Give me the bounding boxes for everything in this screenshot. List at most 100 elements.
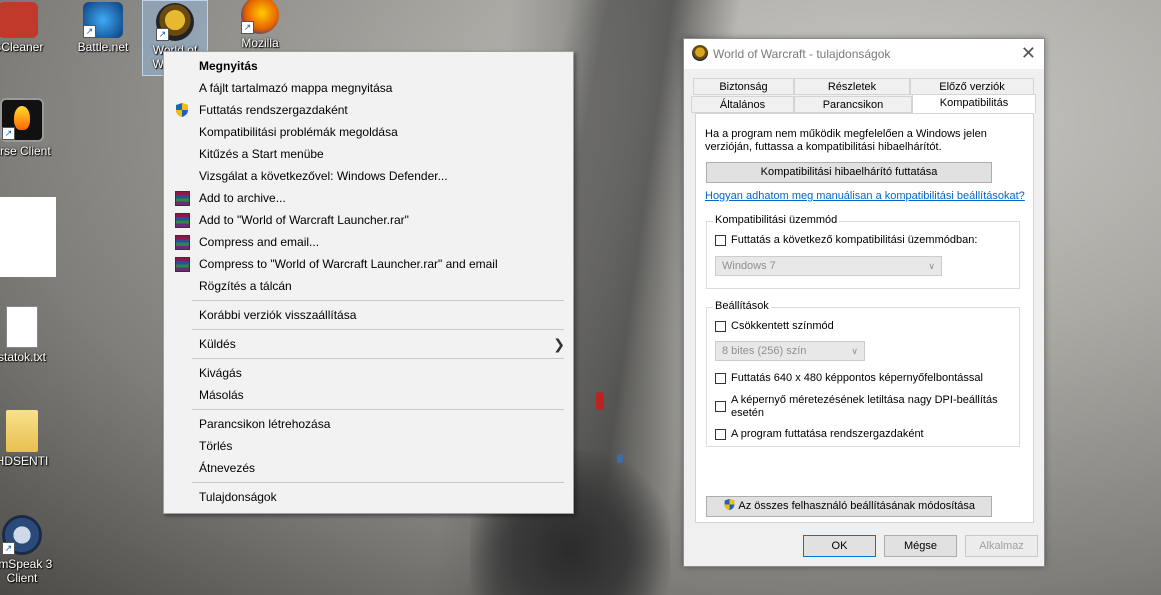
desktop-icon-label: urse Client — [0, 144, 51, 158]
change-all-users-button[interactable]: Az összes felhasználó beállításának módo… — [706, 496, 992, 517]
color-mode-select: 8 bites (256) szín ∨ — [715, 341, 865, 361]
disable-dpi-scaling-checkbox[interactable] — [715, 401, 726, 412]
menu-item-label: Compress to "World of Warcraft Launcher.… — [199, 257, 498, 271]
menu-item-compress-and-email[interactable]: Compress and email... — [164, 231, 573, 253]
menu-item-cut[interactable]: Kivágás — [164, 362, 573, 384]
close-icon[interactable]: ✕ — [1021, 43, 1036, 64]
cancel-button[interactable]: Mégse — [884, 535, 957, 557]
menu-item-label: Rögzítés a tálcán — [199, 279, 292, 293]
menu-item-delete[interactable]: Törlés — [164, 435, 573, 457]
menu-item-properties[interactable]: Tulajdonságok — [164, 486, 573, 508]
desktop-icon-teamspeak[interactable]: ↗ amSpeak 3 Client — [0, 515, 60, 585]
desktop-icon-hdsenti[interactable]: HDSENTI — [0, 410, 60, 468]
properties-dialog: World of Warcraft - tulajdonságok ✕ Bizt… — [683, 38, 1045, 567]
desktop-icon-battlenet[interactable]: ↗ Battle.net — [65, 0, 141, 54]
submenu-arrow-icon: ❯ — [553, 336, 565, 352]
uac-shield-icon — [174, 102, 190, 118]
intro-text-line-2: verzióján, futtassa a kompatibilitási hi… — [705, 141, 942, 153]
tab-compatibility[interactable]: Kompatibilitás — [912, 94, 1036, 113]
menu-item-label: Kompatibilitási problémák megoldása — [199, 125, 398, 139]
tab-general[interactable]: Általános — [691, 96, 794, 113]
menu-item-label: Add to archive... — [199, 191, 286, 205]
firefox-icon: ↗ — [241, 0, 279, 34]
menu-item-compress-to-rar-and-email[interactable]: Compress to "World of Warcraft Launcher.… — [164, 253, 573, 275]
tab-details[interactable]: Részletek — [794, 78, 910, 95]
desktop-icon-label: Battle.net — [77, 40, 129, 54]
tab-shortcut[interactable]: Parancsikon — [794, 96, 912, 113]
chevron-down-icon: ∨ — [928, 261, 935, 271]
desktop-icon-firefox[interactable]: ↗ Mozilla Firefox — [222, 0, 298, 56]
menu-item-open-file-location[interactable]: A fájlt tartalmazó mappa megnyitása — [164, 77, 573, 99]
resolution-640-checkbox[interactable] — [715, 373, 726, 384]
menu-item-restore-previous-versions[interactable]: Korábbi verziók visszaállítása — [164, 304, 573, 326]
context-menu: Megnyitás A fájlt tartalmazó mappa megny… — [163, 51, 574, 514]
dialog-titlebar[interactable]: World of Warcraft - tulajdonságok ✕ — [684, 39, 1044, 69]
reduced-color-checkbox[interactable] — [715, 321, 726, 332]
desktop-icon-curse-client[interactable]: ↗ urse Client — [0, 98, 60, 158]
compat-mode-legend: Kompatibilitási üzemmód — [713, 214, 840, 226]
dialog-title: World of Warcraft - tulajdonságok — [713, 47, 891, 61]
menu-item-label: Küldés — [199, 337, 236, 351]
menu-item-send-to[interactable]: Küldés ❯ — [164, 333, 573, 355]
run-troubleshooter-button[interactable]: Kompatibilitási hibaelhárító futtatása — [706, 162, 992, 183]
winrar-icon — [175, 235, 190, 250]
climber-figure — [596, 392, 604, 410]
menu-separator — [192, 482, 564, 483]
winrar-icon — [175, 191, 190, 206]
shortcut-arrow-icon: ↗ — [241, 21, 254, 34]
tab-security[interactable]: Biztonság — [693, 78, 794, 95]
menu-item-add-to-archive[interactable]: Add to archive... — [164, 187, 573, 209]
menu-item-label: Korábbi verziók visszaállítása — [199, 308, 357, 322]
teamspeak-icon: ↗ — [2, 515, 42, 555]
folder-icon — [6, 410, 38, 452]
menu-separator — [192, 300, 564, 301]
menu-item-label: Compress and email... — [199, 235, 320, 249]
curse-flame-icon: ↗ — [0, 98, 44, 142]
ccleaner-icon — [0, 2, 38, 38]
world-of-warcraft-icon: ↗ — [156, 3, 194, 41]
resolution-640-label: Futtatás 640 x 480 képpontos képernyőfel… — [731, 372, 983, 384]
menu-item-label: Futtatás rendszergazdaként — [199, 103, 348, 117]
menu-separator — [192, 329, 564, 330]
menu-item-troubleshoot-compatibility[interactable]: Kompatibilitási problémák megoldása — [164, 121, 573, 143]
desktop-icon-label: HDSENTI — [0, 454, 49, 468]
manual-compat-settings-link[interactable]: Hogyan adhatom meg manuálisan a kompatib… — [705, 190, 1025, 202]
menu-item-label: Másolás — [199, 388, 244, 402]
menu-item-label: Parancsikon létrehozása — [199, 417, 331, 431]
winrar-icon — [175, 257, 190, 272]
menu-item-label: Tulajdonságok — [199, 490, 277, 504]
menu-item-run-as-admin[interactable]: Futtatás rendszergazdaként — [164, 99, 573, 121]
menu-item-pin-to-start[interactable]: Kitűzés a Start menübe — [164, 143, 573, 165]
battlenet-icon: ↗ — [83, 2, 123, 38]
run-as-admin-checkbox[interactable] — [715, 429, 726, 440]
climber-figure — [617, 454, 623, 463]
menu-item-rename[interactable]: Átnevezés — [164, 457, 573, 479]
desktop-icon-statok-txt[interactable]: statok.txt — [0, 306, 60, 364]
menu-separator — [192, 409, 564, 410]
settings-legend: Beállítások — [713, 300, 771, 312]
menu-item-label: Átnevezés — [199, 461, 256, 475]
shortcut-arrow-icon: ↗ — [156, 28, 169, 41]
menu-item-pin-to-taskbar[interactable]: Rögzítés a tálcán — [164, 275, 573, 297]
disable-dpi-scaling-label-line-2: esetén — [731, 407, 765, 419]
uac-shield-icon — [724, 498, 735, 511]
menu-item-add-to-rar[interactable]: Add to "World of Warcraft Launcher.rar" — [164, 209, 573, 231]
menu-item-copy[interactable]: Másolás — [164, 384, 573, 406]
compatibility-panel: Ha a program nem működik megfelelően a W… — [695, 113, 1034, 523]
menu-item-label: Vizsgálat a következővel: Windows Defend… — [199, 169, 448, 183]
desktop-icon-ccleaner[interactable]: CCleaner — [0, 0, 56, 54]
menu-item-label: Add to "World of Warcraft Launcher.rar" — [199, 213, 409, 227]
run-as-admin-label: A program futtatása rendszergazdaként — [731, 428, 924, 440]
menu-item-open[interactable]: Megnyitás — [164, 55, 573, 77]
menu-item-label: Megnyitás — [199, 59, 258, 73]
menu-item-label: A fájlt tartalmazó mappa megnyitása — [199, 81, 393, 95]
compat-mode-checkbox[interactable] — [715, 235, 726, 246]
menu-item-create-shortcut[interactable]: Parancsikon létrehozása — [164, 413, 573, 435]
menu-item-scan-with-defender[interactable]: Vizsgálat a következővel: Windows Defend… — [164, 165, 573, 187]
menu-item-label: Kivágás — [199, 366, 242, 380]
tab-previous-versions[interactable]: Előző verziók — [910, 78, 1034, 95]
color-mode-select-value: 8 bites (256) szín — [722, 345, 807, 357]
desktop-icon-label: amSpeak 3 Client — [0, 557, 53, 585]
compat-mode-group: Kompatibilitási üzemmód Futtatás a követ… — [706, 214, 1020, 289]
ok-button[interactable]: OK — [803, 535, 876, 557]
